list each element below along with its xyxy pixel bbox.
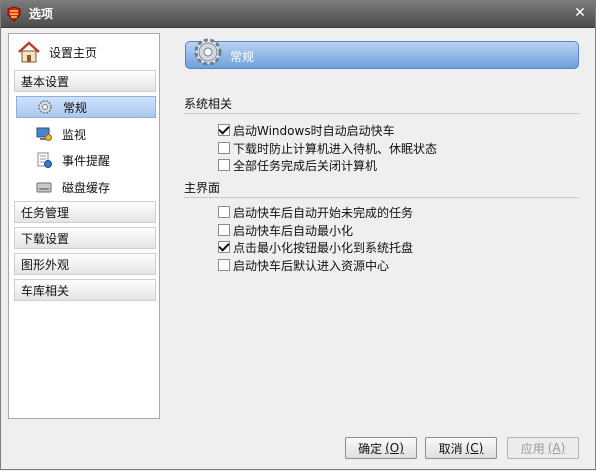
ok-button[interactable]: 确定 (O) [345, 437, 417, 459]
sidebar-category-label: 图形外观 [21, 257, 70, 272]
sidebar-item-label: 常规 [63, 100, 88, 115]
apply-button-label: 应用 [520, 441, 545, 456]
sidebar-category-label: 基本设置 [21, 74, 70, 89]
sidebar-item-monitor[interactable]: 监视 [16, 123, 156, 145]
sidebar-home[interactable]: 设置主页 [17, 40, 153, 64]
sidebar-home-label: 设置主页 [49, 45, 98, 60]
checkbox[interactable] [218, 224, 230, 236]
sidebar: 设置主页 基本设置 常规 监视 事件提醒 磁盘缓存 任务管理 下载设置 图形外观… [8, 33, 160, 419]
sidebar-item-reminder[interactable]: 事件提醒 [16, 149, 156, 171]
section-title-main-ui: 主界面 [184, 181, 221, 195]
sidebar-item-label: 监视 [62, 127, 87, 142]
gear-icon [194, 38, 222, 66]
apply-shortcut: (A) [547, 441, 566, 455]
sidebar-category-garage[interactable]: 车库相关 [14, 279, 156, 301]
option-auto-minimize[interactable]: 启动快车后自动最小化 [218, 222, 353, 238]
ok-shortcut: (O) [385, 441, 404, 455]
option-label: 下载时防止计算机进入待机、休眠状态 [233, 141, 438, 156]
option-auto-resume[interactable]: 启动快车后自动开始未完成的任务 [218, 204, 413, 220]
option-autostart-windows[interactable]: 启动Windows时自动启动快车 [218, 122, 395, 138]
panel-header: 常规 [185, 38, 579, 69]
cancel-button[interactable]: 取消 (C) [425, 437, 497, 459]
sidebar-category-label: 车库相关 [21, 283, 70, 298]
dialog-footer: 确定 (O) 取消 (C) 应用 (A) [1, 437, 595, 471]
settings-panel: 常规 系统相关 启动Windows时自动启动快车 下载时防止计算机进入待机、休眠… [169, 27, 591, 427]
option-label: 全部任务完成后关闭计算机 [233, 158, 378, 173]
sidebar-category-label: 任务管理 [21, 205, 70, 220]
option-label: 启动快车后默认进入资源中心 [233, 258, 390, 273]
checkbox[interactable] [218, 206, 230, 218]
options-window: 选项 ✕ 设置主页 基本设置 常规 监视 事件提醒 磁盘缓存 任务管理 下载设置… [0, 0, 596, 470]
option-label: 点击最小化按钮最小化到系统托盘 [233, 240, 414, 255]
sidebar-item-general[interactable]: 常规 [16, 96, 156, 118]
checkbox-checked[interactable] [218, 124, 230, 136]
option-label: 启动快车后自动开始未完成的任务 [233, 205, 414, 220]
option-shutdown-after-complete[interactable]: 全部任务完成后关闭计算机 [218, 157, 377, 173]
checkbox[interactable] [218, 259, 230, 271]
ok-button-label: 确定 [358, 441, 383, 456]
checkbox[interactable] [218, 142, 230, 154]
sidebar-category-download[interactable]: 下载设置 [14, 227, 156, 249]
option-label: 启动快车后自动最小化 [233, 223, 354, 238]
close-icon[interactable]: ✕ [571, 4, 589, 22]
option-minimize-to-tray[interactable]: 点击最小化按钮最小化到系统托盘 [218, 239, 413, 255]
window-title: 选项 [29, 7, 54, 21]
option-prevent-sleep[interactable]: 下载时防止计算机进入待机、休眠状态 [218, 140, 437, 156]
checkbox-checked[interactable] [218, 241, 230, 253]
cancel-button-label: 取消 [438, 441, 463, 456]
section-title-system: 系统相关 [184, 97, 233, 111]
section-divider [184, 197, 579, 198]
title-bar[interactable]: 选项 ✕ [1, 1, 595, 28]
reminder-icon [37, 152, 52, 168]
app-logo-icon [7, 6, 21, 22]
sidebar-category-basic[interactable]: 基本设置 [14, 70, 156, 92]
sidebar-item-label: 磁盘缓存 [62, 180, 111, 195]
monitor-icon [36, 127, 52, 141]
gear-icon [38, 100, 52, 114]
disk-icon [36, 182, 52, 193]
apply-button[interactable]: 应用 (A) [507, 437, 579, 459]
content-area: 设置主页 基本设置 常规 监视 事件提醒 磁盘缓存 任务管理 下载设置 图形外观… [1, 27, 595, 437]
option-label: 启动Windows时自动启动快车 [233, 123, 395, 138]
sidebar-category-tasks[interactable]: 任务管理 [14, 201, 156, 223]
option-open-resource-center[interactable]: 启动快车后默认进入资源中心 [218, 257, 389, 273]
home-icon [18, 41, 40, 63]
panel-title: 常规 [230, 50, 255, 64]
sidebar-category-appearance[interactable]: 图形外观 [14, 253, 156, 275]
sidebar-category-label: 下载设置 [21, 231, 70, 246]
cancel-shortcut: (C) [465, 441, 484, 455]
checkbox[interactable] [218, 159, 230, 171]
sidebar-item-disk-cache[interactable]: 磁盘缓存 [16, 176, 156, 198]
section-divider [184, 113, 579, 114]
sidebar-item-label: 事件提醒 [62, 153, 111, 168]
